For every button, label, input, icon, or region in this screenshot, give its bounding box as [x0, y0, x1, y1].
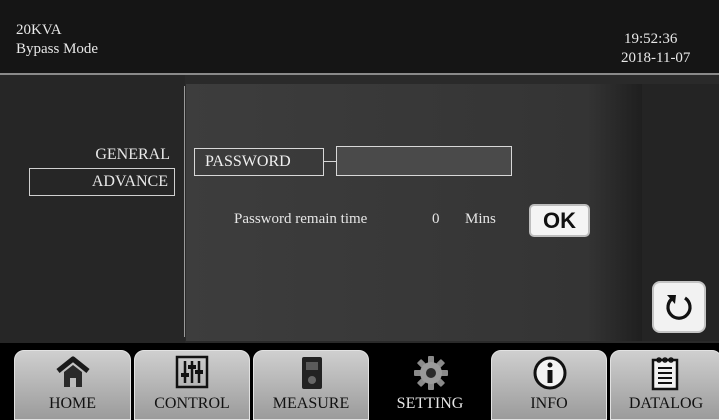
- tab-measure[interactable]: MEASURE: [253, 350, 369, 420]
- refresh-icon: [666, 295, 692, 320]
- tab-info-label: INFO: [530, 395, 568, 412]
- password-input[interactable]: [336, 146, 512, 176]
- home-icon: [56, 356, 90, 387]
- remain-time-unit: Mins: [465, 211, 496, 227]
- tab-datalog-label: DATALOG: [628, 395, 704, 412]
- clock-date: 2018-11-07: [621, 50, 691, 66]
- tab-home-label: HOME: [48, 395, 97, 412]
- ups-mode: Bypass Mode: [16, 41, 99, 57]
- tab-home[interactable]: HOME: [14, 350, 131, 420]
- menu-item-general[interactable]: GENERAL: [30, 146, 170, 164]
- sliders-icon: [175, 355, 209, 389]
- tab-measure-label: MEASURE: [272, 395, 350, 412]
- tab-info[interactable]: INFO: [491, 350, 607, 420]
- back-button[interactable]: [652, 281, 706, 333]
- settings-menu-panel: [0, 75, 185, 343]
- panel-divider: [184, 86, 185, 337]
- info-icon: [533, 356, 567, 390]
- ups-rating: 20KVA: [16, 22, 62, 38]
- tab-setting-label: SETTING: [396, 395, 464, 412]
- clock-time: 19:52:36: [624, 31, 678, 47]
- password-connector: [324, 161, 336, 162]
- gear-icon: [414, 356, 448, 390]
- password-label: PASSWORD: [194, 148, 324, 176]
- menu-item-advance[interactable]: ADVANCE: [29, 168, 175, 196]
- tab-control[interactable]: CONTROL: [134, 350, 250, 420]
- tab-control-label: CONTROL: [154, 395, 230, 412]
- remain-time-label: Password remain time: [234, 211, 368, 227]
- meter-icon: [302, 357, 322, 389]
- tab-datalog[interactable]: DATALOG: [610, 350, 719, 420]
- notepad-icon: [651, 357, 679, 391]
- status-header: [0, 0, 719, 74]
- ok-button[interactable]: OK: [529, 204, 590, 237]
- remain-time-value: 0: [432, 211, 440, 227]
- tab-setting[interactable]: SETTING: [372, 350, 488, 420]
